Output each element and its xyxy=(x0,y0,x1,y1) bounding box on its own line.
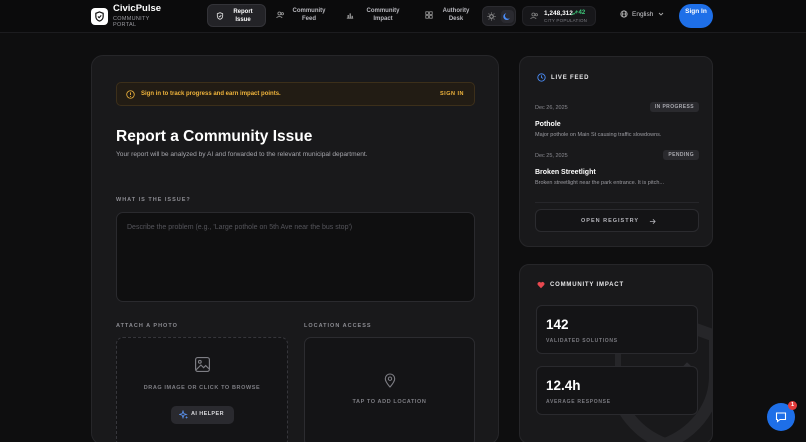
clock-icon xyxy=(537,73,546,82)
moon-icon xyxy=(503,13,510,20)
ai-helper-label: AI HELPER xyxy=(191,411,224,417)
page-title: Report a Community Issue xyxy=(116,128,313,145)
feed-item-date: Dec 25, 2025 xyxy=(535,153,568,159)
open-registry-label: OPEN REGISTRY xyxy=(581,218,640,224)
location-hint: TAP TO ADD LOCATION xyxy=(352,399,427,405)
sparkle-icon xyxy=(179,410,189,420)
population-label: CITY POPULATION xyxy=(544,18,588,23)
shield-icon xyxy=(216,12,224,20)
shield-logo-icon xyxy=(91,7,108,25)
report-issue-card: Sign in to track progress and earn impac… xyxy=(91,55,499,442)
chevron-down-icon xyxy=(659,12,664,16)
image-icon xyxy=(195,357,210,372)
nav-label: Report Issue xyxy=(233,9,253,23)
sign-in-notice: Sign in to track progress and earn impac… xyxy=(116,82,475,106)
stat-card-average-response: 12.4h AVERAGE RESPONSE xyxy=(536,366,698,415)
ai-helper-button[interactable]: AI HELPER xyxy=(171,406,234,424)
community-impact-panel: COMMUNITY IMPACT 142 VALIDATED SOLUTIONS… xyxy=(519,264,713,442)
feed-divider xyxy=(535,202,699,203)
chat-bubble-icon xyxy=(775,412,787,423)
population-delta: +42 xyxy=(575,10,586,16)
location-label: LOCATION ACCESS xyxy=(304,323,372,329)
live-feed-title: LIVE FEED xyxy=(551,74,590,81)
language-selector[interactable]: English xyxy=(620,10,664,18)
feed-item[interactable]: Dec 25, 2025 PENDING Broken Streetlight … xyxy=(535,150,699,197)
users-icon xyxy=(276,11,284,19)
feed-item-title: Broken Streetlight xyxy=(535,169,596,176)
heart-icon xyxy=(537,282,545,289)
nav-label: Authority Desk xyxy=(442,8,470,22)
arrow-right-icon xyxy=(649,219,656,224)
open-registry-button[interactable]: OPEN REGISTRY xyxy=(535,209,699,232)
users-icon xyxy=(530,12,538,20)
live-feed-header: LIVE FEED xyxy=(537,73,589,82)
stat-label: AVERAGE RESPONSE xyxy=(546,399,611,405)
live-feed-panel: LIVE FEED Dec 26, 2025 IN PROGRESS Potho… xyxy=(519,56,713,247)
globe-icon xyxy=(620,10,628,18)
page-subtitle: Your report will be analyzed by AI and f… xyxy=(116,151,368,158)
nav-community-impact[interactable]: Community Impact xyxy=(338,4,414,27)
status-badge: PENDING xyxy=(663,150,699,160)
feed-item-description: Broken streetlight near the park entranc… xyxy=(535,180,665,186)
stat-value: 142 xyxy=(546,317,569,332)
map-pin-icon xyxy=(384,373,396,388)
sun-icon xyxy=(487,12,496,21)
notification-badge: 1 xyxy=(788,401,797,410)
nav-authority-desk[interactable]: Authority Desk xyxy=(417,4,479,27)
feed-item-description: Major pothole on Main St causing traffic… xyxy=(535,132,662,138)
top-navigation-bar: CivicPulse COMMUNITY PORTAL Report Issue… xyxy=(0,0,806,33)
photo-label: ATTACH A PHOTO xyxy=(116,323,178,329)
brand[interactable]: CivicPulse COMMUNITY PORTAL xyxy=(91,4,161,29)
brand-name: CivicPulse xyxy=(113,3,162,14)
brand-subtitle: COMMUNITY PORTAL xyxy=(113,15,150,29)
notice-text: Sign in to track progress and earn impac… xyxy=(141,91,281,97)
population-value: 1,248,312 xyxy=(544,10,573,17)
population-widget: 1,248,312 +42 CITY POPULATION xyxy=(522,6,596,26)
bar-chart-icon xyxy=(346,13,354,19)
sign-in-button[interactable]: Sign In xyxy=(679,4,713,28)
stat-label: VALIDATED SOLUTIONS xyxy=(546,338,618,344)
language-label: English xyxy=(632,10,654,18)
warning-circle-icon xyxy=(126,90,135,99)
feed-item[interactable]: Dec 26, 2025 IN PROGRESS Pothole Major p… xyxy=(535,102,699,149)
community-impact-header: COMMUNITY IMPACT xyxy=(537,281,624,289)
issue-description-input[interactable] xyxy=(116,212,475,302)
notice-sign-in-link[interactable]: SIGN IN xyxy=(440,91,464,97)
community-impact-title: COMMUNITY IMPACT xyxy=(550,282,624,288)
nav-report-issue[interactable]: Report Issue xyxy=(207,4,266,27)
issue-label: WHAT IS THE ISSUE? xyxy=(116,197,191,203)
stat-card-validated-solutions: 142 VALIDATED SOLUTIONS xyxy=(536,305,698,354)
status-badge: IN PROGRESS xyxy=(649,102,699,112)
nav-label: Community Impact xyxy=(366,8,400,22)
feed-item-title: Pothole xyxy=(535,121,561,128)
theme-toggle[interactable] xyxy=(482,6,516,26)
nav-label: Community Feed xyxy=(292,8,326,22)
stat-value: 12.4h xyxy=(546,378,581,393)
nav-community-feed[interactable]: Community Feed xyxy=(268,4,334,27)
grid-icon xyxy=(425,11,433,19)
photo-upload-hint: DRAG IMAGE OR CLICK TO BROWSE xyxy=(143,385,261,391)
photo-upload-dropzone[interactable]: DRAG IMAGE OR CLICK TO BROWSE AI HELPER xyxy=(116,337,288,442)
location-access-button[interactable]: TAP TO ADD LOCATION xyxy=(304,337,475,442)
feed-item-date: Dec 26, 2025 xyxy=(535,105,568,111)
